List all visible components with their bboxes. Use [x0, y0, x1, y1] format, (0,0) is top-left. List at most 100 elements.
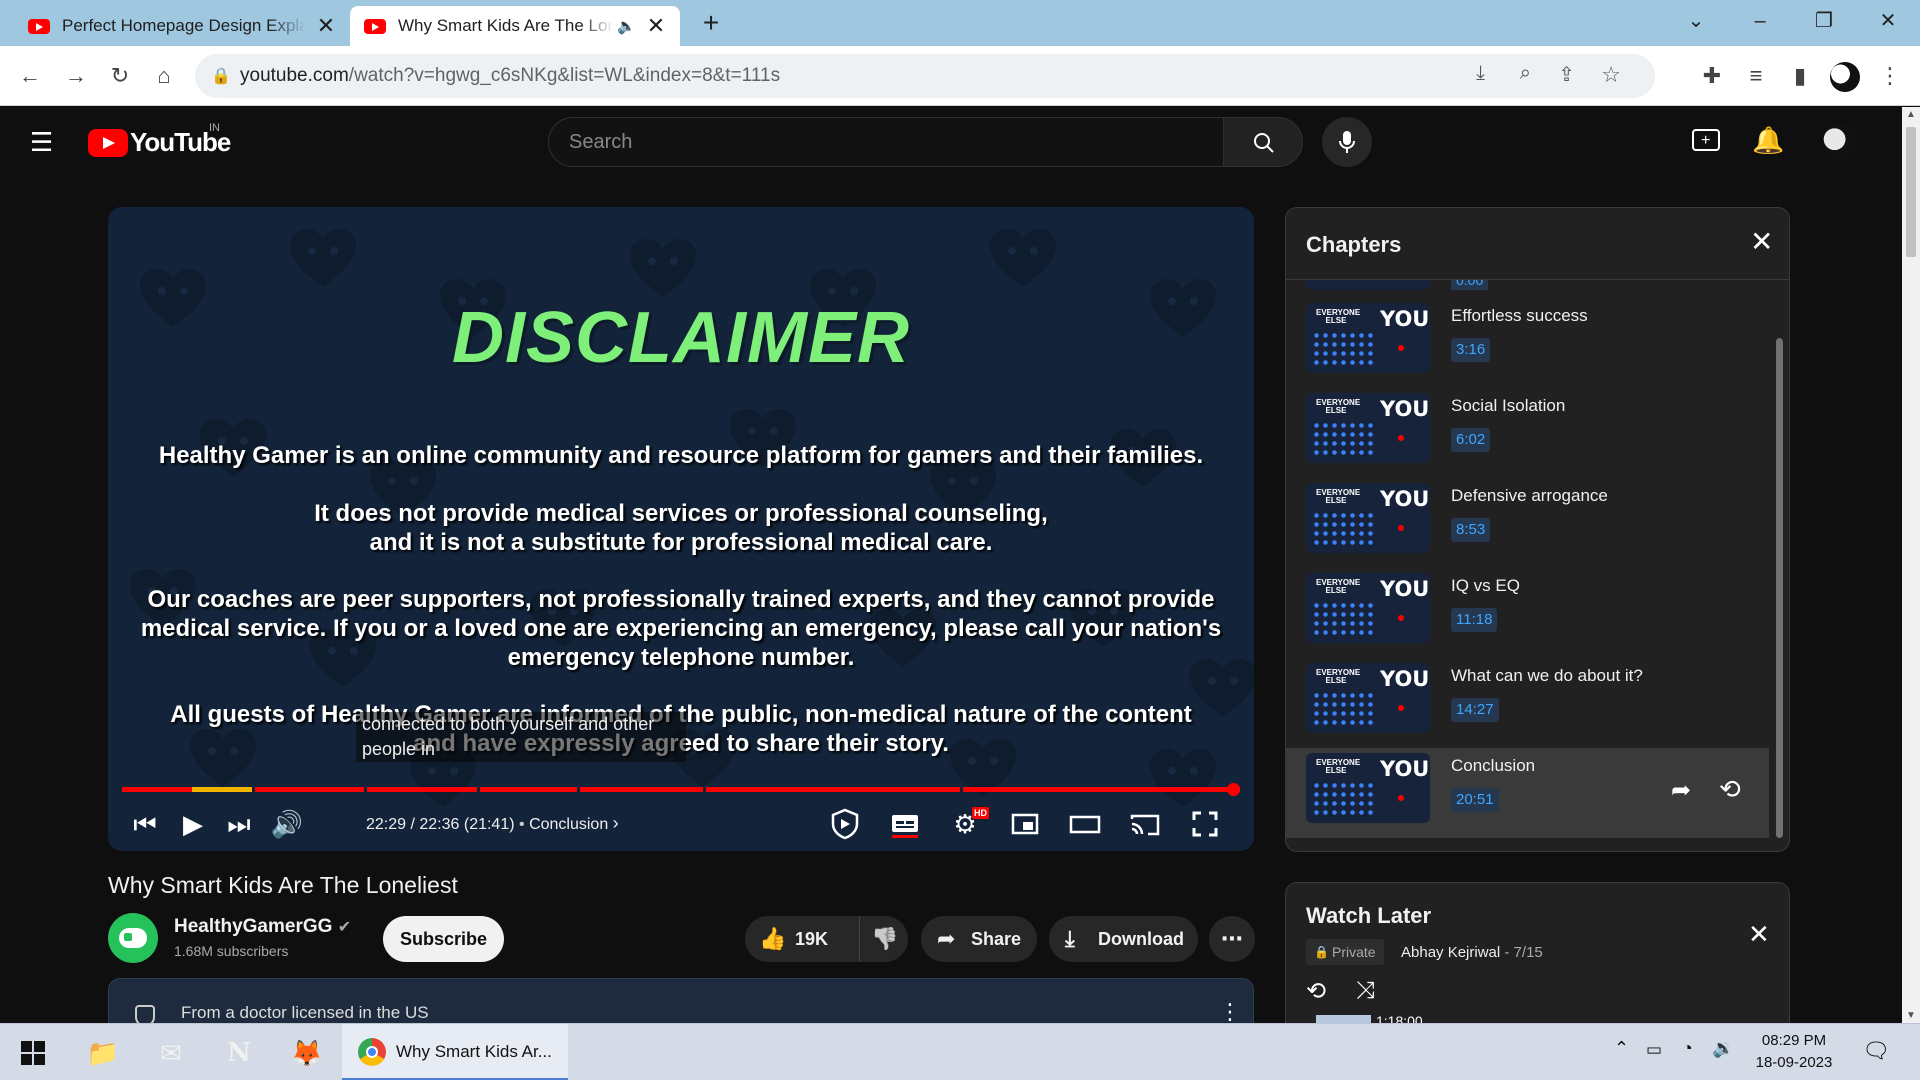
chapter-thumbnail[interactable]: EVERYONE ELSE YOU	[1306, 573, 1430, 643]
mail-app-icon[interactable]: ✉	[150, 1032, 192, 1074]
close-playlist-icon[interactable]: ✕	[1748, 921, 1770, 947]
subscribe-button[interactable]: Subscribe	[383, 916, 504, 962]
tab-why-smart-kids[interactable]: Why Smart Kids Are The Lonel 🔈 ✕	[350, 6, 680, 46]
notifications-icon[interactable]: 🗨	[1862, 1038, 1890, 1064]
share-button[interactable]: ➦ Share	[921, 916, 1037, 962]
page-scrollbar[interactable]: ▲ ▼	[1902, 107, 1920, 1023]
chapter-item[interactable]: EVERYONE ELSE YOU Conclusion 20:51 ➦ ⟲	[1286, 748, 1769, 838]
description-menu-icon[interactable]: ⋮	[1219, 999, 1241, 1025]
back-icon[interactable]: ←	[16, 62, 44, 90]
chapter-time[interactable]: 14:27	[1451, 698, 1499, 722]
system-clock[interactable]: 08:29 PM 18-09-2023	[1738, 1030, 1850, 1074]
tab-perfect-homepage[interactable]: Perfect Homepage Design Explai ✕	[14, 6, 350, 46]
tab-search-chevron-icon[interactable]: ⌄	[1676, 6, 1716, 36]
chapter-thumbnail[interactable]: EVERYONE ELSE YOU	[1306, 753, 1430, 823]
install-app-icon[interactable]: ⤓	[1476, 62, 1485, 85]
speaker-icon[interactable]: 🔉	[1712, 1038, 1734, 1059]
hamburger-menu-icon[interactable]: ☰	[30, 129, 53, 155]
home-icon[interactable]: ⌂	[150, 62, 178, 90]
taskbar-chrome-window[interactable]: Why Smart Kids Ar...	[342, 1024, 568, 1080]
close-chapters-icon[interactable]: ✕	[1750, 228, 1773, 256]
play-icon[interactable]: ▶	[176, 807, 210, 841]
progress-bar[interactable]	[122, 783, 1241, 796]
chapter-item[interactable]: EVERYONE ELSE YOU Effortless success 3:16	[1286, 298, 1769, 388]
chapter-item[interactable]: EVERYONE ELSE YOU Social Isolation 6:02	[1286, 388, 1769, 478]
voice-search-button[interactable]	[1322, 117, 1372, 167]
extensions-icon[interactable]: ✚	[1698, 62, 1726, 90]
bookmark-star-icon[interactable]: ☆	[1601, 62, 1621, 88]
download-button[interactable]: ⤓ Download	[1049, 916, 1198, 962]
subtitles-icon[interactable]	[888, 807, 922, 841]
chapter-item[interactable]: EVERYONE ELSE YOU IQ vs EQ 11:18	[1286, 568, 1769, 658]
share-chapter-icon[interactable]: ➦	[1671, 776, 1691, 805]
notifications-bell-icon[interactable]: 🔔	[1752, 125, 1784, 156]
share-page-icon[interactable]: ⇪	[1558, 62, 1575, 87]
address-bar[interactable]: 🔒 youtube.com/watch?v=hgwg_c6sNKg&list=W…	[195, 54, 1655, 98]
minimize-icon[interactable]: –	[1740, 6, 1780, 36]
zoom-icon[interactable]: ⌕	[1520, 62, 1531, 85]
chapter-time[interactable]: 3:16	[1451, 338, 1491, 362]
scroll-up-icon[interactable]: ▲	[1906, 109, 1916, 120]
watch-later-title[interactable]: Watch Later	[1306, 903, 1431, 929]
chapter-thumbnail[interactable]: EVERYONE ELSE YOU	[1306, 393, 1430, 463]
firefox-icon[interactable]: 🦊	[286, 1032, 328, 1074]
create-video-icon[interactable]: +	[1692, 129, 1720, 151]
chapters-scrollbar[interactable]	[1776, 338, 1783, 838]
owner-name[interactable]: Abhay Kejriwal	[1401, 944, 1500, 961]
channel-name[interactable]: HealthyGamerGG ✔	[174, 916, 351, 938]
previous-icon[interactable]: ⏮	[128, 807, 162, 841]
chapter-time[interactable]: 6:02	[1451, 428, 1491, 452]
chapter-item[interactable]: EVERYONE ELSE YOU Defensive arrogance 8:53	[1286, 478, 1769, 568]
audio-playing-icon[interactable]: 🔈	[617, 17, 636, 35]
chapter-time[interactable]: 20:51	[1451, 788, 1499, 812]
lock-icon[interactable]: 🔒	[211, 66, 231, 86]
dislike-button[interactable]: 👎	[865, 916, 905, 962]
reload-icon[interactable]: ↻	[106, 62, 134, 90]
chrome-menu-icon[interactable]: ⋮	[1876, 62, 1904, 90]
chapter-item[interactable]: EVERYONE ELSE YOU What can we do about it?…	[1286, 658, 1769, 748]
side-panel-icon[interactable]: ▮	[1786, 62, 1814, 90]
like-button[interactable]: 👍 19K	[745, 916, 860, 962]
fullscreen-icon[interactable]	[1188, 807, 1222, 841]
theater-mode-icon[interactable]	[1068, 807, 1102, 841]
close-window-icon[interactable]: ✕	[1868, 6, 1908, 36]
search-button[interactable]	[1223, 117, 1303, 167]
search-input[interactable]: Search	[548, 117, 1224, 167]
notion-icon[interactable]: N	[218, 1032, 260, 1074]
volume-icon[interactable]: 🔊	[270, 807, 304, 841]
more-actions-icon[interactable]: ⋯	[1209, 916, 1255, 962]
scroll-down-icon[interactable]: ▼	[1906, 1010, 1916, 1021]
youtube-logo-icon[interactable]	[88, 129, 128, 157]
loop-chapter-icon[interactable]: ⟲	[1719, 774, 1741, 805]
close-tab-icon[interactable]: ✕	[316, 13, 336, 39]
wifi-icon[interactable]: ◔	[1682, 1038, 1693, 1059]
chapter-time[interactable]: 8:53	[1451, 518, 1491, 542]
windows-start-icon[interactable]	[12, 1032, 54, 1074]
current-chapter-label[interactable]: Conclusion	[529, 816, 608, 833]
close-tab-icon[interactable]: ✕	[646, 13, 666, 39]
channel-avatar[interactable]	[108, 913, 158, 963]
url-text[interactable]: youtube.com/watch?v=hgwg_c6sNKg&list=WL&…	[240, 65, 780, 87]
file-explorer-icon[interactable]: 📁	[82, 1032, 124, 1074]
next-icon[interactable]: ⏭	[222, 807, 256, 841]
page-scroll-thumb[interactable]	[1906, 127, 1916, 257]
battery-icon[interactable]: ▭	[1646, 1040, 1662, 1060]
profile-avatar[interactable]	[1830, 62, 1860, 92]
chapter-thumbnail[interactable]: EVERYONE ELSE YOU	[1306, 663, 1430, 733]
shuffle-icon[interactable]: ⤨	[1356, 977, 1375, 1005]
account-avatar[interactable]	[1822, 123, 1858, 159]
media-controls-icon[interactable]: ≡	[1742, 62, 1770, 90]
forward-icon[interactable]: →	[62, 62, 90, 90]
shield-icon[interactable]	[828, 807, 862, 841]
miniplayer-icon[interactable]	[1008, 807, 1042, 841]
video-player[interactable]: DISCLAIMER Healthy Gamer is an online co…	[108, 207, 1254, 851]
chapter-thumbnail[interactable]: EVERYONE ELSE YOU	[1306, 483, 1430, 553]
loop-playlist-icon[interactable]: ⟲	[1306, 977, 1326, 1006]
new-tab-icon[interactable]: +	[696, 8, 726, 38]
cast-icon[interactable]	[1128, 807, 1162, 841]
channel-name-text[interactable]: HealthyGamerGG	[174, 916, 332, 937]
chapter-time[interactable]: 11:18	[1451, 608, 1498, 632]
restore-icon[interactable]: ❐	[1804, 6, 1844, 36]
show-hidden-icons-chevron-icon[interactable]: ⌃	[1614, 1038, 1629, 1059]
chapter-thumbnail[interactable]: EVERYONE ELSE YOU	[1306, 303, 1430, 373]
